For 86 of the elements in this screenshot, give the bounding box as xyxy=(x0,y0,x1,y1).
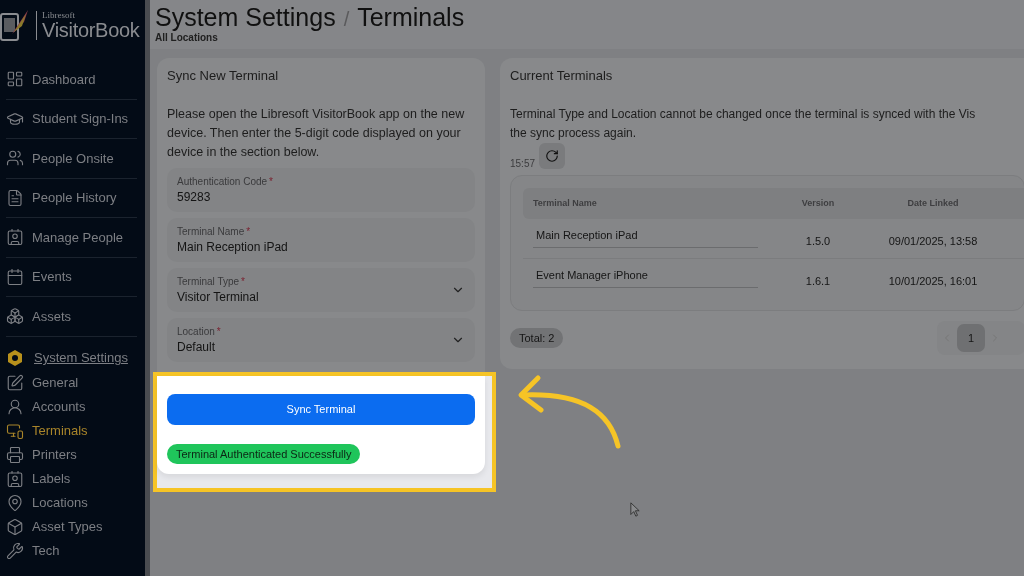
sync-button[interactable]: Sync Terminal xyxy=(167,393,475,425)
sidebar-label: Manage People xyxy=(32,229,124,245)
field-label: Authentication Code * xyxy=(177,175,273,187)
calendar-icon xyxy=(6,267,24,286)
table-cell-text: 1.5.0 xyxy=(804,234,832,247)
cubes-icon xyxy=(6,307,24,326)
sidebar-item[interactable]: Locations xyxy=(6,490,137,515)
sidebar-label: Dashboard xyxy=(32,71,96,87)
field-label: Location * xyxy=(177,325,221,337)
sidebar-item[interactable]: Printers xyxy=(6,442,137,467)
document-icon xyxy=(6,188,24,207)
sidebar-item[interactable]: Tech xyxy=(6,538,137,563)
breadcrumb-separator: / xyxy=(343,8,350,30)
table-cell-text: 10/01/2025, 16:01 xyxy=(887,274,979,287)
sidebar-item[interactable]: Assets xyxy=(6,297,137,337)
pencil-icon xyxy=(6,373,24,392)
page-title: System Settings xyxy=(155,4,336,32)
select-field[interactable]: Location * Default xyxy=(167,317,475,362)
column-header: Terminal Name xyxy=(532,198,598,208)
total-badge: Total: 2 xyxy=(510,327,564,348)
sidebar-label: Accounts xyxy=(32,399,86,414)
sidebar-item[interactable]: People History xyxy=(6,178,137,218)
column-header: Date Linked xyxy=(906,198,960,208)
input-field[interactable]: Terminal Name * Main Reception iPad xyxy=(167,217,475,262)
status-badge: Terminal Authenticated Successfully xyxy=(167,443,361,464)
field-value: 59283 xyxy=(177,189,212,204)
sidebar-label: System Settings xyxy=(34,350,128,365)
location-scope: All Locations xyxy=(155,31,219,43)
sidebar-label: Events xyxy=(32,269,72,285)
refresh-icon xyxy=(545,148,560,163)
id-card-icon xyxy=(6,228,24,247)
field-label: Terminal Type * xyxy=(177,275,246,287)
sidebar-label: People History xyxy=(32,190,117,206)
table-cell-text: 1.6.1 xyxy=(804,274,832,287)
map-pin-icon xyxy=(6,493,24,512)
instructions: Please open the Libresoft VisitorBook app on the new device. Then enter the 5-digit code displayed on your device in the section below. xyxy=(167,105,466,161)
sidebar-label: People Onsite xyxy=(32,150,114,166)
refresh-time: 15:57 xyxy=(510,157,536,169)
sidebar-item[interactable]: People Onsite xyxy=(6,139,137,179)
sidebar-item[interactable]: Manage People xyxy=(6,218,137,258)
sidebar-item[interactable]: General xyxy=(6,370,137,395)
field-label: Terminal Name * xyxy=(177,225,252,237)
people-icon xyxy=(6,149,24,168)
id-card-icon xyxy=(6,469,24,488)
field-value: Default xyxy=(177,339,217,354)
page-subtitle-current: Terminals xyxy=(357,4,465,32)
sidebar-item[interactable]: Labels xyxy=(6,466,137,491)
sidebar-label: Tech xyxy=(32,543,60,558)
sidebar-item[interactable]: Terminals xyxy=(6,418,137,443)
sidebar-label: Labels xyxy=(32,471,71,486)
sidebar-label: Student Sign-Ins xyxy=(32,111,129,127)
refresh-button[interactable] xyxy=(539,142,566,169)
input-field[interactable]: Authentication Code * 59283 xyxy=(167,167,475,212)
field-value: Main Reception iPad xyxy=(177,239,288,254)
sidebar-item[interactable]: Dashboard xyxy=(6,60,137,100)
sidebar-label: Assets xyxy=(32,308,71,324)
select-field[interactable]: Terminal Type * Visitor Terminal xyxy=(167,267,475,312)
cursor-icon xyxy=(630,502,640,517)
page-button[interactable]: 1 xyxy=(957,323,985,352)
sidebar-label: Locations xyxy=(32,495,88,510)
sidebar-item[interactable]: Asset Types xyxy=(6,514,137,539)
sidebar-item[interactable]: Accounts xyxy=(6,394,137,419)
sidebar-label: Asset Types xyxy=(32,519,103,534)
table-cell-text: 09/01/2025, 13:58 xyxy=(887,234,979,247)
hexagon-icon xyxy=(6,348,24,367)
sidebar-label: Terminals xyxy=(32,423,88,438)
note: Terminal Type and Location cannot be changed once the terminal is synced with the Vis the sync process again. xyxy=(510,105,977,142)
card-title: Current Terminals xyxy=(510,67,614,83)
sidebar-label: General xyxy=(32,375,79,390)
sidebar-item[interactable]: Student Sign-Ins xyxy=(6,99,137,139)
card-title: Sync New Terminal xyxy=(167,67,280,83)
sidebar-section[interactable]: System Settings xyxy=(6,344,137,371)
terminal-name-field[interactable]: Event Manager iPhone xyxy=(533,268,758,288)
terminal-name-field[interactable]: Main Reception iPad xyxy=(533,228,758,248)
field-value: Visitor Terminal xyxy=(177,289,259,304)
devices-icon xyxy=(6,421,24,440)
printer-icon xyxy=(6,445,24,464)
brand-tagline: Libresoft xyxy=(42,10,76,20)
wrench-icon xyxy=(6,541,24,560)
user-icon xyxy=(6,397,24,416)
column-header: Version xyxy=(800,198,836,208)
brand-name: VisitorBook xyxy=(42,19,140,40)
sidebar-label: Printers xyxy=(32,447,77,462)
box-icon xyxy=(6,517,24,536)
dashboard-icon xyxy=(6,70,24,89)
sidebar-item[interactable]: Events xyxy=(6,257,137,297)
